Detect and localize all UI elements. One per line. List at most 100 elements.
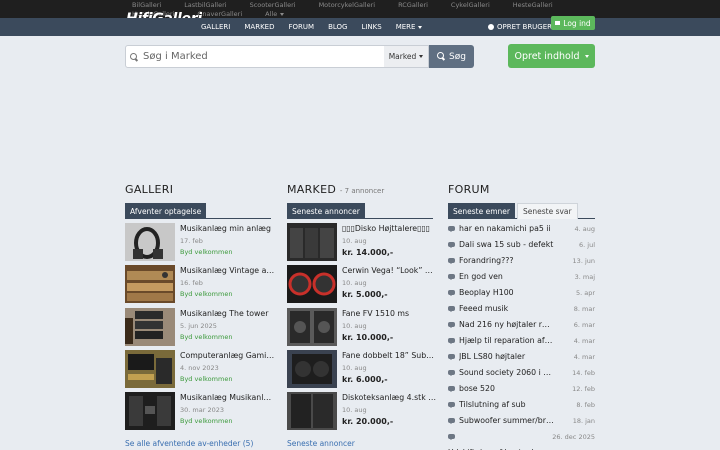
forum-tabs: Seneste emner Seneste svar — [448, 203, 595, 219]
network-bar: BilGalleri LastbilGalleri ScooterGalleri… — [0, 0, 720, 18]
forum-topic-row[interactable]: bose 520 12. feb — [448, 383, 595, 395]
item-date: 10. aug — [342, 237, 367, 245]
forum-topic-row[interactable]: Beoplay H100 5. apr — [448, 287, 595, 299]
search-input[interactable] — [143, 51, 373, 62]
forum-topic-row[interactable]: Subwoofer summer/brummer 18. jan — [448, 415, 595, 427]
comment-icon — [448, 290, 455, 296]
gallery-thumbnail — [125, 392, 175, 430]
login-button[interactable]: Log ind — [551, 16, 595, 30]
item-title: ▯▯▯Disko Højttalere▯▯▯ — [342, 224, 430, 233]
gallery-thumbnail — [125, 265, 175, 303]
network-link[interactable]: LastbilGalleri — [184, 1, 226, 10]
forum-topic-row[interactable]: Hjælp til reparation af forstærker 4. mar — [448, 335, 595, 347]
forum-topic-title: bose 520 — [459, 384, 495, 393]
comment-icon — [448, 226, 455, 232]
chevron-down-icon — [584, 54, 589, 58]
menu-galleri[interactable]: GALLERI — [201, 23, 230, 31]
item-title: Musikanlæg Musikanlæg — [180, 393, 275, 402]
network-link[interactable]: ScooterGalleri — [250, 1, 296, 10]
see-all-pending-link[interactable]: Se alle afventende av-enheder (5) — [125, 439, 253, 448]
item-date: 16. feb — [180, 279, 203, 287]
welcome-link[interactable]: Byd velkommen — [180, 333, 275, 341]
comment-icon — [448, 306, 455, 312]
item-price: kr. 20.000,- — [342, 417, 394, 426]
network-link[interactable]: HesteGalleri — [513, 1, 553, 10]
market-thumbnail — [287, 392, 337, 430]
forum-topic-title: Tilslutning af sub — [459, 400, 526, 409]
forum-topic-date: 26. dec 2025 — [552, 433, 595, 441]
item-price: kr. 5.000,- — [342, 290, 388, 299]
item-price: kr. 10.000,- — [342, 333, 394, 342]
search-button[interactable]: Søg — [429, 45, 474, 68]
tab-seneste-emner[interactable]: Seneste emner — [448, 203, 515, 219]
create-content-button[interactable]: Opret indhold — [508, 44, 595, 68]
item-date: 4. nov 2023 — [180, 364, 219, 372]
forum-topic-row[interactable]: JBL LS80 højtaler 4. mar — [448, 351, 595, 363]
gallery-thumbnail — [125, 223, 175, 261]
item-price: kr. 14.000,- — [342, 248, 394, 257]
comment-icon — [448, 338, 455, 344]
item-date: 10. aug — [342, 322, 367, 330]
market-thumbnail — [287, 308, 337, 346]
forum-topic-row[interactable]: Forandring??? 13. jun — [448, 255, 595, 267]
forum-topic-row[interactable]: Nad 216 ny højtaler reparation 6. mar — [448, 319, 595, 331]
welcome-link[interactable]: Byd velkommen — [180, 417, 275, 425]
forum-topic-row[interactable]: 26. dec 2025 — [448, 431, 595, 443]
section-heading: MARKED - 7 annoncer — [287, 183, 385, 196]
forum-topic-row[interactable]: Dali swa 15 sub - defekt 6. jul — [448, 239, 595, 251]
item-date: 10. aug — [342, 406, 367, 414]
menu-links[interactable]: LINKS — [361, 23, 381, 31]
forum-section: FORUM Seneste emner Seneste svar har en … — [448, 183, 595, 450]
menu-forum[interactable]: FORUM — [288, 23, 314, 31]
ad-count: - 7 annoncer — [339, 187, 385, 195]
forum-topic-date: 8. mar — [573, 305, 595, 313]
network-link[interactable]: BilGalleri — [132, 1, 161, 10]
item-title: Diskoteksanlæg 4.stk Fane — [342, 393, 437, 402]
menu-mere[interactable]: MERE — [396, 23, 423, 31]
forum-topic-date: 14. feb — [572, 369, 595, 377]
network-link[interactable]: RCGalleri — [398, 1, 428, 10]
galleri-tabs: Afventer optagelse — [125, 203, 271, 219]
user-icon — [488, 24, 494, 30]
item-date: 30. mar 2023 — [180, 406, 224, 414]
network-link[interactable]: MotorcykelGalleri — [319, 1, 376, 10]
comment-icon — [448, 242, 455, 248]
forum-topic-date: 18. jan — [572, 417, 595, 425]
create-user-link[interactable]: OPRET BRUGER — [488, 18, 552, 36]
search-icon — [129, 52, 139, 62]
forum-topic-date: 4. mar — [573, 353, 595, 361]
see-latest-ads-link[interactable]: Seneste annoncer — [287, 439, 355, 448]
forum-topic-row[interactable]: Sound society 2060 i kabinet 14. feb — [448, 367, 595, 379]
forum-topic-title: Sound society 2060 i kabinet — [459, 368, 554, 377]
item-title: Computeranlæg Gaming — [180, 351, 275, 360]
welcome-link[interactable]: Byd velkommen — [180, 290, 275, 298]
forum-topic-date: 3. maj — [574, 273, 595, 281]
item-date: 5. jun 2025 — [180, 322, 217, 330]
forum-topic-date: 4. aug — [574, 225, 596, 233]
forum-topic-title: Nad 216 ny højtaler reparation — [459, 320, 554, 329]
item-title: Fane dobbelt 18” Subwoofer — [342, 351, 437, 360]
comment-icon — [448, 418, 455, 424]
site-logo[interactable]: HifiGalleri — [126, 12, 202, 18]
tab-afventer[interactable]: Afventer optagelse — [125, 203, 207, 219]
tab-seneste-svar[interactable]: Seneste svar — [517, 203, 578, 219]
comment-icon — [448, 434, 455, 440]
forum-topic-row[interactable]: har en nakamichi pa5 ii 4. aug — [448, 223, 595, 235]
forum-topic-title: Forandring??? — [459, 256, 514, 265]
search-scope-select[interactable]: Marked — [384, 45, 429, 68]
menu-blog[interactable]: BLOG — [328, 23, 347, 31]
forum-topic-row[interactable]: Feeed musik 8. mar — [448, 303, 595, 315]
welcome-link[interactable]: Byd velkommen — [180, 248, 275, 256]
network-link[interactable]: CykelGalleri — [451, 1, 490, 10]
menu-marked[interactable]: MARKED — [244, 23, 274, 31]
forum-topic-row[interactable]: En god ven 3. maj — [448, 271, 595, 283]
forum-topic-title: Subwoofer summer/brummer — [459, 416, 554, 425]
item-date: 10. aug — [342, 364, 367, 372]
forum-topic-title: En god ven — [459, 272, 503, 281]
welcome-link[interactable]: Byd velkommen — [180, 375, 275, 383]
forum-topic-date: 12. feb — [572, 385, 595, 393]
tab-seneste-annoncer[interactable]: Seneste annoncer — [287, 203, 365, 219]
forum-topic-date: 5. apr — [575, 289, 595, 297]
main-menu: GALLERI MARKED FORUM BLOG LINKS MERE — [201, 18, 436, 36]
forum-topic-row[interactable]: Tilslutning af sub 8. feb — [448, 399, 595, 411]
